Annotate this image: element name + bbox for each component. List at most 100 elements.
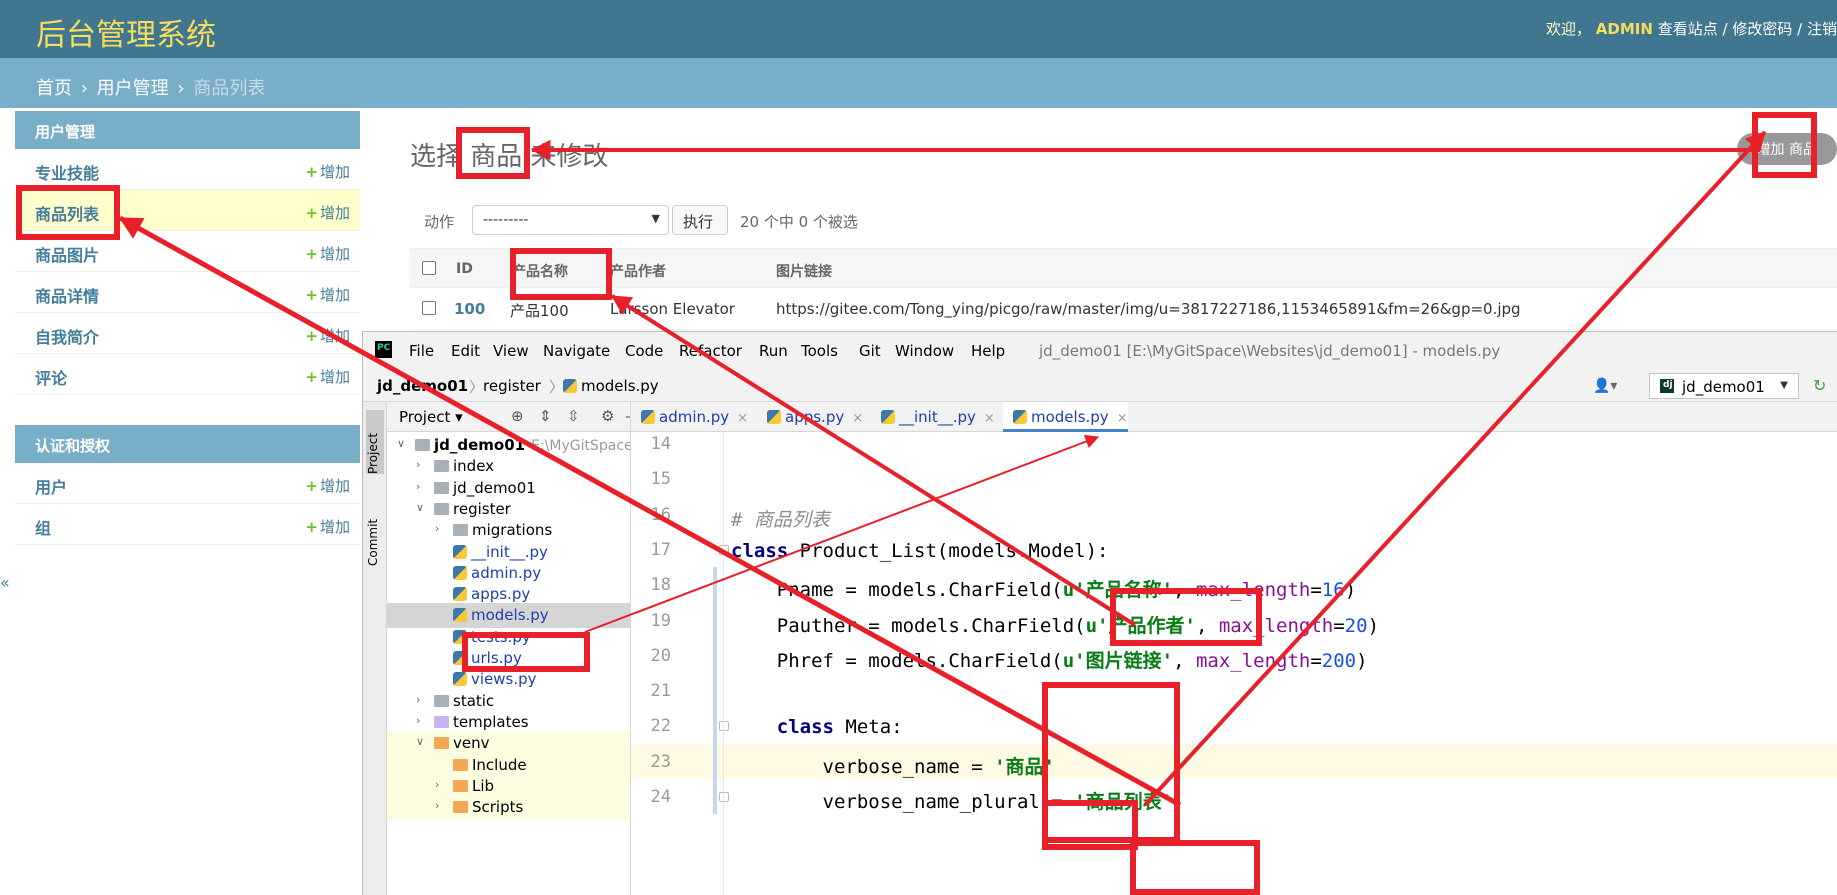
sidebar-item-skills[interactable]: 专业技能 + 增加 (15, 149, 360, 190)
sidebar-toggle[interactable]: « (0, 573, 10, 592)
run-action-button[interactable]: 执行 (672, 205, 728, 235)
chevron-down-icon[interactable]: ∨ (416, 735, 424, 748)
column-header-href[interactable]: 图片链接 (776, 261, 832, 281)
menu-git[interactable]: Git (859, 342, 881, 360)
python-file-icon (453, 587, 467, 602)
select-all-checkbox[interactable] (422, 261, 436, 275)
add-link[interactable]: + 增加 (305, 161, 350, 182)
chevron-down-icon[interactable]: ∨ (397, 437, 405, 450)
close-icon[interactable]: × (852, 411, 863, 426)
row-name: 产品100 (510, 302, 569, 320)
nav-crumb-file[interactable]: models.py (563, 377, 659, 395)
code-token: Phref = models.CharField( (731, 649, 1063, 672)
row-id-link[interactable]: 100 (454, 300, 485, 318)
sidebar-item-label[interactable]: 评论 (35, 369, 67, 388)
menu-run[interactable]: Run (759, 342, 788, 360)
project-view-select[interactable]: Project ▾ (399, 408, 463, 426)
tree-folder-item[interactable]: › Scripts (387, 795, 630, 821)
menu-help[interactable]: Help (971, 342, 1005, 360)
menu-refactor[interactable]: Refactor (679, 342, 742, 360)
module-caption[interactable]: 认证和授权 (15, 425, 360, 463)
run-config-select[interactable]: dj jd_demo01 ▼ (1649, 373, 1799, 399)
collapse-all-icon[interactable]: ⇳ (567, 407, 580, 425)
action-select[interactable]: --------- ▼ (472, 205, 669, 235)
locate-icon[interactable]: ⊕ (511, 407, 524, 425)
code-text: class Product_List(models.Model): (731, 540, 1109, 562)
sidebar-item-comments[interactable]: 评论 + 增加 (15, 354, 360, 395)
user-tools: 欢迎， ADMIN 查看站点 / 修改密码 / 注销 (1546, 18, 1837, 39)
menu-navigate[interactable]: Navigate (543, 342, 610, 360)
breadcrumb-app[interactable]: 用户管理 (97, 78, 169, 99)
nav-crumb-project[interactable]: jd_demo01 (377, 377, 468, 395)
sidebar-item-groups[interactable]: 组 + 增加 (15, 504, 360, 545)
line-number: 24 (650, 787, 671, 807)
add-link[interactable]: + 增加 (305, 202, 350, 223)
nav-crumb-register[interactable]: register (483, 377, 541, 395)
admin-sidebar: 用户管理 专业技能 + 增加 商品列表 + 增加 商品图片 + 增加 商品详情 + 增加 自我简… (15, 111, 360, 575)
add-link[interactable]: + 增加 (305, 366, 350, 387)
sidebar-item-label[interactable]: 用户 (35, 478, 67, 497)
project-view-label: Project (399, 408, 451, 426)
add-link[interactable]: + 增加 (305, 516, 350, 537)
add-link[interactable]: + 增加 (305, 475, 350, 496)
commit-tool-tab[interactable]: Commit (366, 502, 384, 566)
sidebar-item-label[interactable]: 专业技能 (35, 164, 99, 183)
user-icon[interactable]: 👤▾ (1593, 378, 1617, 394)
chevron-right-icon[interactable]: › (416, 458, 420, 471)
close-icon[interactable]: × (984, 411, 995, 426)
view-site-link[interactable]: 查看站点 (1658, 20, 1718, 38)
menu-code[interactable]: Code (625, 342, 663, 360)
code-line: 17 class Product_List(models.Model): (631, 532, 1837, 567)
sidebar-item-self-intro[interactable]: 自我简介 + 增加 (15, 313, 360, 354)
add-link[interactable]: + 增加 (305, 284, 350, 305)
expand-all-icon[interactable]: ⇕ (539, 407, 552, 425)
row-checkbox[interactable] (422, 301, 436, 315)
sidebar-item-users[interactable]: 用户 + 增加 (15, 463, 360, 504)
menu-window[interactable]: Window (895, 342, 954, 360)
code-editor: admin.py × apps.py × __init__.py × models.p… (631, 402, 1837, 895)
ide-menubar: PC File Edit View Navigate Code Refactor… (363, 332, 1837, 368)
logout-link[interactable]: 注销 (1807, 20, 1837, 38)
gear-icon[interactable]: ⚙ (601, 407, 614, 425)
sidebar-item-label[interactable]: 商品图片 (35, 246, 99, 265)
fold-icon[interactable] (719, 792, 729, 802)
chevron-right-icon[interactable]: › (435, 522, 439, 535)
box-title-product (456, 127, 530, 179)
folder-icon (434, 502, 449, 515)
column-header-author[interactable]: 产品作者 (610, 261, 666, 281)
sidebar-item-product-details[interactable]: 商品详情 + 增加 (15, 272, 360, 313)
site-brand[interactable]: 后台管理系统 (36, 10, 216, 54)
column-header-id[interactable]: ID (456, 261, 473, 277)
sidebar-item-label[interactable]: 商品详情 (35, 287, 99, 306)
chevron-right-icon[interactable]: › (416, 714, 420, 727)
tree-item-label: templates (453, 712, 529, 731)
fold-icon[interactable] (719, 721, 729, 732)
fold-icon[interactable] (719, 544, 729, 555)
change-password-link[interactable]: 修改密码 (1732, 20, 1792, 38)
close-icon[interactable]: × (1117, 411, 1128, 426)
add-link[interactable]: + 增加 (305, 325, 350, 346)
breadcrumb-home[interactable]: 首页 (36, 78, 72, 99)
chevron-right-icon[interactable]: › (435, 778, 439, 791)
chevron-right-icon[interactable]: › (435, 799, 439, 812)
module-caption[interactable]: 用户管理 (15, 111, 360, 149)
code-token: Meta: (833, 716, 903, 739)
chevron-right-icon[interactable]: › (416, 480, 420, 493)
menu-edit[interactable]: Edit (451, 342, 480, 360)
add-link[interactable]: + 增加 (305, 243, 350, 264)
chevron-right-icon[interactable]: › (416, 693, 420, 706)
python-file-icon (563, 379, 577, 393)
line-number: 19 (650, 610, 671, 631)
project-tool-tab[interactable]: Project (366, 410, 384, 474)
tree-item-label: register (453, 499, 511, 518)
folder-icon (434, 715, 449, 728)
chevron-down-icon[interactable]: ∨ (416, 501, 424, 514)
rerun-icon[interactable]: ↻ (1813, 376, 1826, 395)
menu-view[interactable]: View (493, 342, 529, 360)
close-icon[interactable]: × (737, 411, 748, 426)
menu-file[interactable]: File (409, 342, 434, 360)
plus-icon: + (305, 368, 318, 386)
sidebar-item-label[interactable]: 自我简介 (35, 328, 99, 347)
sidebar-item-label[interactable]: 组 (35, 519, 51, 538)
menu-tools[interactable]: Tools (801, 342, 838, 360)
